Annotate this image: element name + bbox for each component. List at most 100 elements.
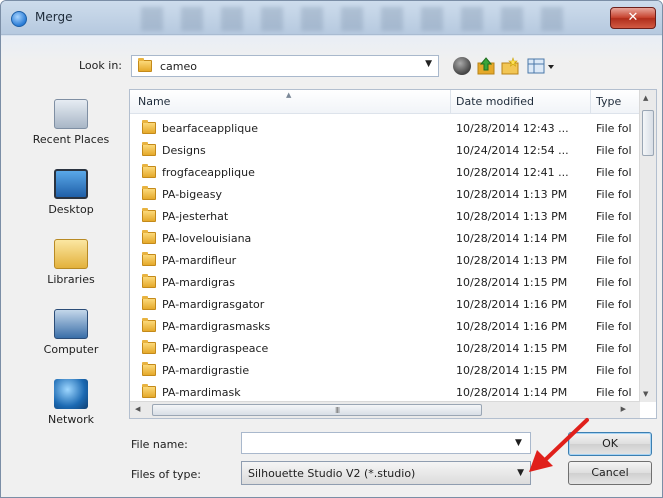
file-row[interactable]: bearfaceapplique 10/28/2014 12:43 ... File… bbox=[130, 118, 640, 140]
place-label: Desktop bbox=[48, 203, 94, 216]
file-list: Name ▲ Date modified Type bearfaceappliq… bbox=[129, 89, 657, 419]
file-type: File fol bbox=[596, 166, 632, 179]
folder-icon bbox=[142, 252, 156, 266]
file-rows: bearfaceapplique 10/28/2014 12:43 ... File… bbox=[130, 118, 640, 404]
column-header-date[interactable]: Date modified bbox=[456, 95, 534, 108]
file-date: 10/28/2014 1:13 PM bbox=[456, 210, 568, 223]
computer-icon bbox=[54, 309, 88, 339]
file-name: PA-mardimask bbox=[162, 386, 241, 399]
file-name: bearfaceapplique bbox=[162, 122, 258, 135]
file-row[interactable]: PA-bigeasy 10/28/2014 1:13 PM File fol bbox=[130, 184, 640, 206]
file-name: PA-lovelouisiana bbox=[162, 232, 252, 245]
file-row[interactable]: PA-mardigrastie 10/28/2014 1:15 PM File fo… bbox=[130, 360, 640, 382]
scroll-left-icon[interactable]: ◀ bbox=[135, 405, 140, 413]
vertical-scrollbar[interactable]: ▲ ▼ bbox=[639, 90, 656, 402]
folder-icon bbox=[142, 208, 156, 222]
window-title: Merge bbox=[35, 10, 73, 24]
view-menu-icon[interactable] bbox=[527, 57, 557, 75]
file-row[interactable]: PA-mardifleur 10/28/2014 1:13 PM File fol bbox=[130, 250, 640, 272]
annotation-arrow-icon bbox=[529, 418, 589, 472]
file-date: 10/28/2014 1:16 PM bbox=[456, 320, 568, 333]
scroll-up-icon[interactable]: ▲ bbox=[643, 94, 648, 102]
column-divider[interactable] bbox=[590, 90, 591, 114]
network-icon bbox=[54, 379, 88, 409]
sort-ascending-icon: ▲ bbox=[286, 91, 292, 99]
file-name: Designs bbox=[162, 144, 206, 157]
place-recent-places[interactable]: Recent Places bbox=[21, 99, 121, 146]
folder-icon bbox=[142, 362, 156, 376]
file-type: File fol bbox=[596, 122, 632, 135]
file-row[interactable]: PA-mardigrasgator 10/28/2014 1:16 PM File … bbox=[130, 294, 640, 316]
recent-places-icon bbox=[54, 99, 88, 129]
folder-icon bbox=[142, 296, 156, 310]
place-libraries[interactable]: Libraries bbox=[21, 239, 121, 286]
place-label: Computer bbox=[43, 343, 99, 356]
places-bar: Recent Places Desktop Libraries Computer… bbox=[21, 93, 121, 433]
file-name: PA-mardigrastie bbox=[162, 364, 250, 377]
look-in-label: Look in: bbox=[79, 59, 122, 72]
file-type: File fol bbox=[596, 188, 632, 201]
scroll-down-icon[interactable]: ▼ bbox=[643, 390, 648, 398]
file-date: 10/28/2014 1:14 PM bbox=[456, 232, 568, 245]
files-of-type-value: Silhouette Studio V2 (*.studio) bbox=[248, 467, 416, 480]
file-type: File fol bbox=[596, 232, 632, 245]
file-date: 10/28/2014 1:13 PM bbox=[456, 188, 568, 201]
close-button[interactable]: ✕ bbox=[610, 7, 656, 29]
file-name: PA-mardigraspeace bbox=[162, 342, 269, 355]
file-row[interactable]: PA-mardigras 10/28/2014 1:15 PM File fol bbox=[130, 272, 640, 294]
file-type: File fol bbox=[596, 342, 632, 355]
file-name-label: File name: bbox=[131, 438, 188, 451]
up-folder-icon[interactable] bbox=[477, 57, 495, 75]
folder-icon bbox=[142, 274, 156, 288]
file-row[interactable]: PA-lovelouisiana 10/28/2014 1:14 PM File f… bbox=[130, 228, 640, 250]
file-name: PA-mardigrasgator bbox=[162, 298, 265, 311]
file-type: File fol bbox=[596, 364, 632, 377]
place-label: Recent Places bbox=[32, 133, 110, 146]
file-date: 10/28/2014 1:15 PM bbox=[456, 364, 568, 377]
file-type: File fol bbox=[596, 276, 632, 289]
folder-icon bbox=[142, 120, 156, 134]
merge-dialog: Merge ✕ Look in: cameo ▼ Recent Places D… bbox=[0, 0, 663, 498]
place-desktop[interactable]: Desktop bbox=[21, 169, 121, 216]
title-bar[interactable]: Merge ✕ bbox=[1, 1, 662, 35]
folder-icon bbox=[138, 58, 152, 72]
place-computer[interactable]: Computer bbox=[21, 309, 121, 356]
chevron-down-icon: ▼ bbox=[425, 59, 432, 69]
folder-icon bbox=[142, 318, 156, 332]
chevron-down-icon[interactable]: ▼ bbox=[515, 438, 522, 448]
look-in-dropdown[interactable]: cameo ▼ bbox=[131, 55, 439, 77]
scroll-grip: III bbox=[335, 406, 340, 415]
libraries-icon bbox=[54, 239, 88, 269]
file-type: File fol bbox=[596, 144, 632, 157]
file-type: File fol bbox=[596, 210, 632, 223]
folder-icon bbox=[142, 230, 156, 244]
folder-icon bbox=[142, 186, 156, 200]
new-folder-icon[interactable] bbox=[501, 57, 519, 75]
file-name: frogfaceapplique bbox=[162, 166, 255, 179]
back-icon[interactable] bbox=[453, 57, 471, 75]
file-date: 10/28/2014 1:16 PM bbox=[456, 298, 568, 311]
column-header-type[interactable]: Type bbox=[596, 95, 621, 108]
files-of-type-dropdown[interactable]: Silhouette Studio V2 (*.studio) ▼ bbox=[241, 461, 531, 485]
place-label: Network bbox=[48, 413, 94, 426]
scroll-right-icon[interactable]: ▶ bbox=[621, 405, 626, 413]
column-header-name[interactable]: Name bbox=[138, 95, 170, 108]
file-row[interactable]: PA-mardigrasmasks 10/28/2014 1:16 PM File … bbox=[130, 316, 640, 338]
place-label: Libraries bbox=[47, 273, 95, 286]
folder-icon bbox=[142, 142, 156, 156]
horizontal-scroll-thumb[interactable]: III bbox=[152, 404, 482, 416]
file-date: 10/28/2014 12:43 ... bbox=[456, 122, 569, 135]
file-row[interactable]: PA-mardigraspeace 10/28/2014 1:15 PM File … bbox=[130, 338, 640, 360]
column-divider[interactable] bbox=[450, 90, 451, 114]
place-network[interactable]: Network bbox=[21, 379, 121, 426]
desktop-icon bbox=[54, 169, 88, 199]
files-of-type-label: Files of type: bbox=[131, 468, 202, 481]
file-row[interactable]: Designs 10/24/2014 12:54 ... File fol bbox=[130, 140, 640, 162]
file-date: 10/28/2014 1:15 PM bbox=[456, 276, 568, 289]
file-row[interactable]: PA-jesterhat 10/28/2014 1:13 PM File fol bbox=[130, 206, 640, 228]
file-row[interactable]: frogfaceapplique 10/28/2014 12:41 ... File… bbox=[130, 162, 640, 184]
vertical-scroll-thumb[interactable] bbox=[642, 110, 654, 156]
folder-icon bbox=[142, 164, 156, 178]
file-name-input[interactable] bbox=[241, 432, 531, 454]
app-icon bbox=[11, 11, 27, 27]
